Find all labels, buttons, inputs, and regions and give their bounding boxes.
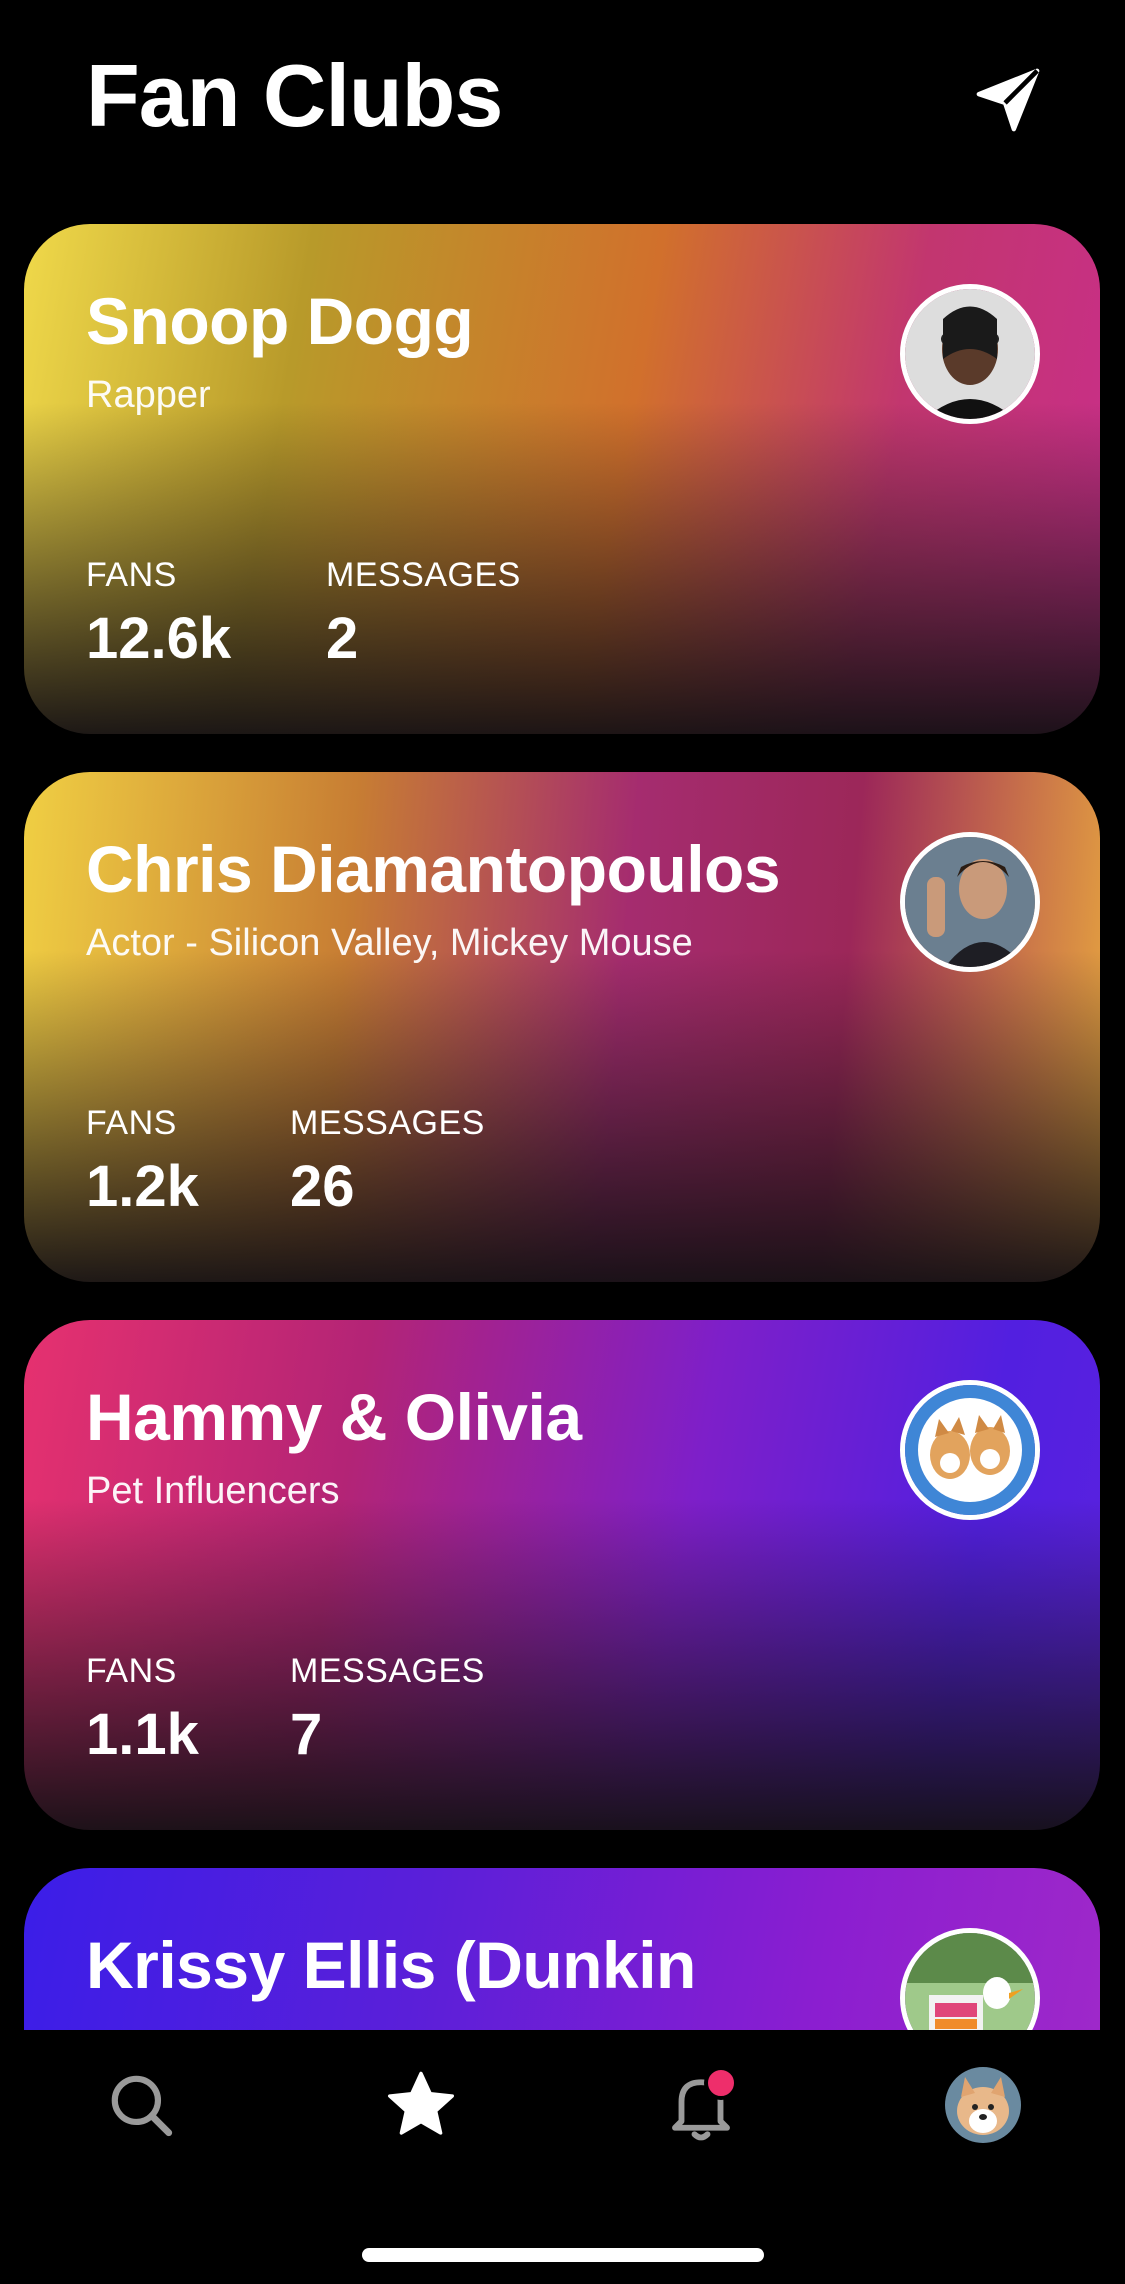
messages-count: 26 bbox=[290, 1154, 355, 1219]
tab-notifications[interactable] bbox=[656, 2060, 746, 2150]
club-subtitle: Rapper bbox=[86, 374, 211, 416]
messages-label: MESSAGES bbox=[290, 1652, 485, 1690]
club-avatar[interactable] bbox=[900, 1928, 1040, 2030]
home-indicator bbox=[362, 2248, 764, 2262]
messages-stat: MESSAGES 26 bbox=[290, 1106, 485, 1216]
tab-fan-clubs[interactable] bbox=[376, 2060, 466, 2150]
club-avatar[interactable] bbox=[900, 832, 1040, 972]
club-name: Krissy Ellis (Dunkin bbox=[86, 1928, 696, 2002]
tab-search[interactable] bbox=[96, 2060, 186, 2150]
fans-count: 12.6k bbox=[86, 606, 232, 671]
avatar-photo bbox=[905, 289, 1035, 419]
club-subtitle: Pet Influencers bbox=[86, 1470, 340, 1512]
fans-label: FANS bbox=[86, 1104, 177, 1142]
page-title: Fan Clubs bbox=[86, 46, 503, 145]
fans-stat: FANS 12.6k bbox=[86, 558, 231, 668]
send-icon bbox=[976, 68, 1040, 132]
club-name: Hammy & Olivia bbox=[86, 1380, 582, 1454]
fan-club-card[interactable]: Hammy & Olivia Pet Influencers FANS 1.1k… bbox=[24, 1320, 1100, 1830]
club-avatar[interactable] bbox=[900, 1380, 1040, 1520]
fan-club-card[interactable]: Krissy Ellis (Dunkin bbox=[24, 1868, 1100, 2030]
header: Fan Clubs bbox=[0, 0, 1125, 210]
send-button[interactable] bbox=[968, 60, 1048, 140]
tab-profile[interactable] bbox=[938, 2060, 1028, 2150]
fans-label: FANS bbox=[86, 1652, 177, 1690]
fan-club-list: Snoop Dogg Rapper FANS 12.6k MESSAGES 2 … bbox=[0, 224, 1125, 2030]
messages-stat: MESSAGES 7 bbox=[290, 1654, 485, 1764]
avatar-photo bbox=[905, 1385, 1035, 1515]
club-avatar[interactable] bbox=[900, 284, 1040, 424]
avatar-photo bbox=[905, 1933, 1035, 2030]
messages-label: MESSAGES bbox=[290, 1104, 485, 1142]
notification-badge bbox=[704, 2066, 738, 2100]
search-icon bbox=[111, 2075, 173, 2137]
club-subtitle: Actor - Silicon Valley, Mickey Mouse bbox=[86, 922, 693, 964]
fan-club-card[interactable]: Snoop Dogg Rapper FANS 12.6k MESSAGES 2 bbox=[24, 224, 1100, 734]
messages-label: MESSAGES bbox=[326, 556, 521, 594]
messages-count: 7 bbox=[290, 1702, 323, 1767]
star-icon bbox=[388, 2071, 454, 2135]
fans-stat: FANS 1.1k bbox=[86, 1654, 199, 1764]
messages-stat: MESSAGES 2 bbox=[326, 558, 521, 668]
profile-avatar bbox=[945, 2067, 1021, 2143]
club-name: Snoop Dogg bbox=[86, 284, 474, 358]
club-name: Chris Diamantopoulos bbox=[86, 832, 781, 906]
messages-count: 2 bbox=[326, 606, 359, 671]
fans-label: FANS bbox=[86, 556, 177, 594]
fans-stat: FANS 1.2k bbox=[86, 1106, 199, 1216]
avatar-photo bbox=[905, 837, 1035, 967]
fans-count: 1.1k bbox=[86, 1702, 199, 1767]
fans-count: 1.2k bbox=[86, 1154, 199, 1219]
fan-club-card[interactable]: Chris Diamantopoulos Actor - Silicon Val… bbox=[24, 772, 1100, 1282]
tab-bar bbox=[0, 2030, 1125, 2284]
